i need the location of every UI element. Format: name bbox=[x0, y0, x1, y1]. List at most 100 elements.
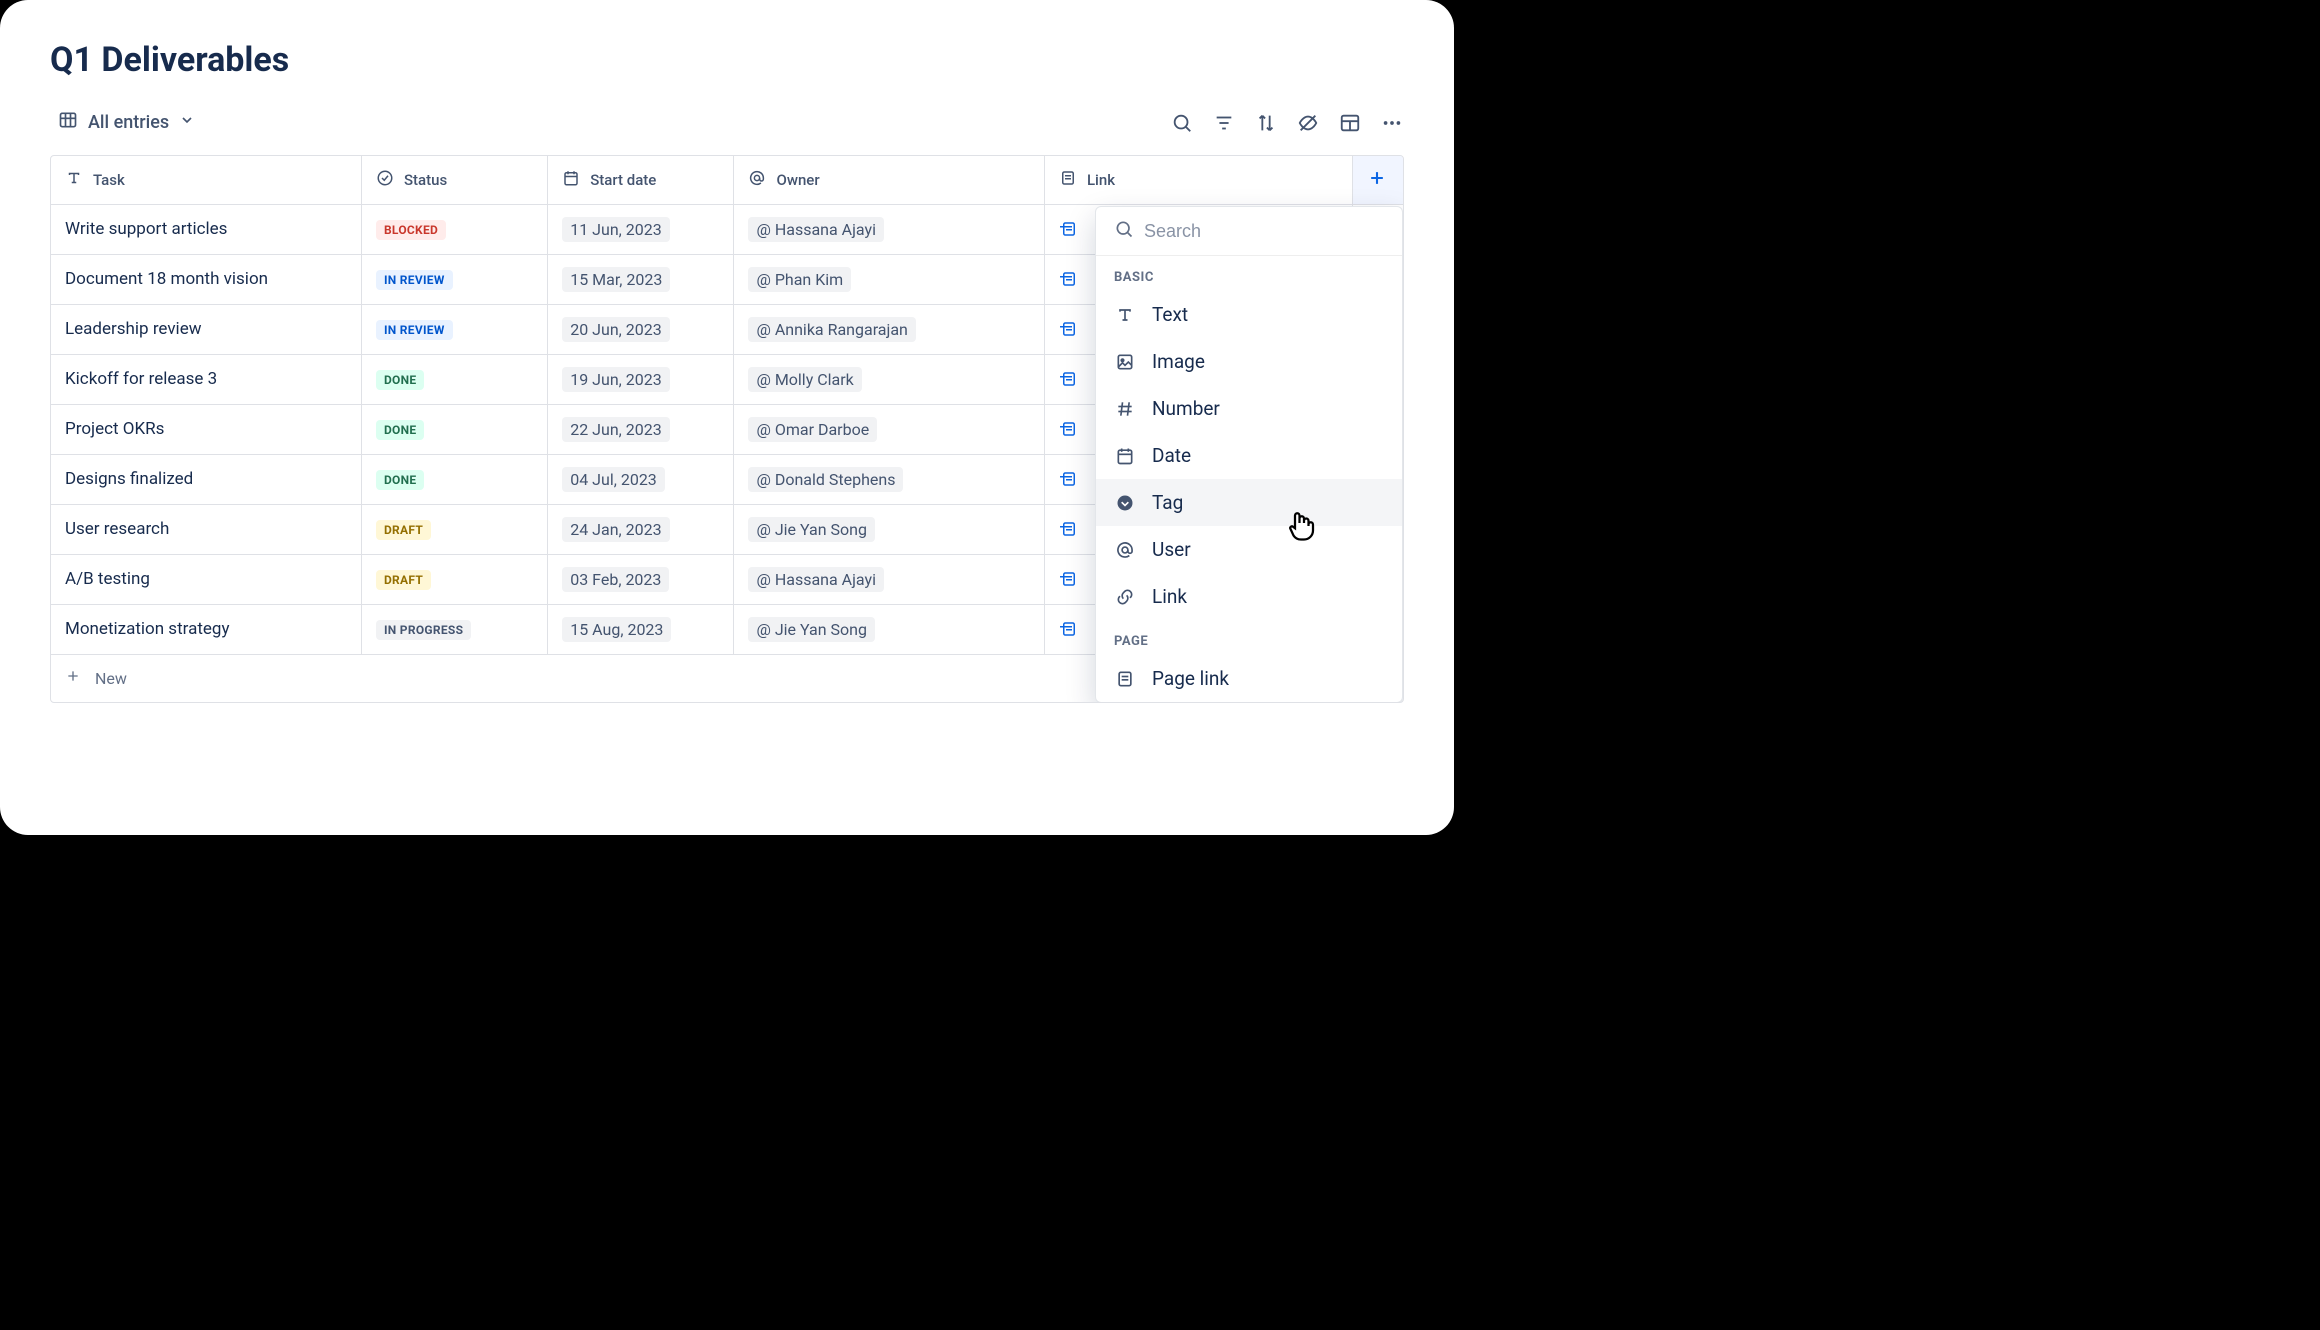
dropdown-item-date[interactable]: Date bbox=[1096, 432, 1402, 479]
owner-mention: @ Omar Darboe bbox=[748, 417, 877, 442]
cell-date[interactable]: 20 Jun, 2023 bbox=[548, 304, 734, 354]
date-chip: 04 Jul, 2023 bbox=[562, 467, 665, 492]
status-icon bbox=[376, 169, 394, 191]
cell-owner[interactable]: @ Omar Darboe bbox=[734, 404, 1044, 454]
cell-owner[interactable]: @ Donald Stephens bbox=[734, 454, 1044, 504]
date-chip: 19 Jun, 2023 bbox=[562, 367, 670, 392]
cell-owner[interactable]: @ Phan Kim bbox=[734, 254, 1044, 304]
cell-date[interactable]: 03 Feb, 2023 bbox=[548, 554, 734, 604]
date-chip: 20 Jun, 2023 bbox=[562, 317, 670, 342]
visibility-icon[interactable] bbox=[1296, 111, 1320, 135]
page-icon bbox=[1059, 319, 1079, 339]
page-icon bbox=[1059, 169, 1077, 191]
cell-owner[interactable]: @ Molly Clark bbox=[734, 354, 1044, 404]
cell-task[interactable]: A/B testing bbox=[51, 554, 361, 604]
cell-date[interactable]: 15 Mar, 2023 bbox=[548, 254, 734, 304]
cell-owner[interactable]: @ Annika Rangarajan bbox=[734, 304, 1044, 354]
cell-date[interactable]: 11 Jun, 2023 bbox=[548, 204, 734, 254]
cell-task[interactable]: Kickoff for release 3 bbox=[51, 354, 361, 404]
page-icon bbox=[1059, 519, 1079, 539]
dropdown-item-tag[interactable]: Tag bbox=[1096, 479, 1402, 526]
cell-date[interactable]: 04 Jul, 2023 bbox=[548, 454, 734, 504]
column-header-status[interactable]: Status bbox=[361, 156, 547, 204]
column-header-task[interactable]: Task bbox=[51, 156, 361, 204]
date-chip: 15 Aug, 2023 bbox=[562, 617, 671, 642]
page-icon bbox=[1059, 219, 1079, 239]
status-badge: DONE bbox=[376, 470, 425, 490]
cell-status[interactable]: DONE bbox=[361, 404, 547, 454]
dropdown-section-basic: BASIC bbox=[1096, 256, 1402, 291]
cell-task[interactable]: Designs finalized bbox=[51, 454, 361, 504]
dropdown-item-number[interactable]: Number bbox=[1096, 385, 1402, 432]
view-selector[interactable]: All entries bbox=[50, 104, 203, 141]
dropdown-item-user[interactable]: User bbox=[1096, 526, 1402, 573]
sort-icon[interactable] bbox=[1254, 111, 1278, 135]
cell-status[interactable]: IN REVIEW bbox=[361, 254, 547, 304]
status-badge: DRAFT bbox=[376, 520, 431, 540]
page-icon bbox=[1059, 569, 1079, 589]
cell-date[interactable]: 22 Jun, 2023 bbox=[548, 404, 734, 454]
page-icon bbox=[1059, 269, 1079, 289]
cell-task[interactable]: Leadership review bbox=[51, 304, 361, 354]
cell-status[interactable]: DONE bbox=[361, 454, 547, 504]
cell-task[interactable]: Monetization strategy bbox=[51, 604, 361, 654]
status-badge: IN REVIEW bbox=[376, 320, 453, 340]
text-icon bbox=[65, 169, 83, 191]
cell-date[interactable]: 15 Aug, 2023 bbox=[548, 604, 734, 654]
cell-status[interactable]: IN PROGRESS bbox=[361, 604, 547, 654]
status-badge: IN REVIEW bbox=[376, 270, 453, 290]
cell-owner[interactable]: @ Hassana Ajayi bbox=[734, 204, 1044, 254]
status-badge: DONE bbox=[376, 420, 425, 440]
owner-mention: @ Molly Clark bbox=[748, 367, 861, 392]
column-header-date[interactable]: Start date bbox=[548, 156, 734, 204]
cell-status[interactable]: IN REVIEW bbox=[361, 304, 547, 354]
cell-task[interactable]: Document 18 month vision bbox=[51, 254, 361, 304]
text-icon bbox=[1114, 304, 1136, 326]
owner-mention: @ Annika Rangarajan bbox=[748, 317, 915, 342]
cell-status[interactable]: DONE bbox=[361, 354, 547, 404]
cell-date[interactable]: 24 Jan, 2023 bbox=[548, 504, 734, 554]
owner-mention: @ Hassana Ajayi bbox=[748, 567, 884, 592]
database-table: Task Status Start date bbox=[50, 155, 1404, 703]
filter-icon[interactable] bbox=[1212, 111, 1236, 135]
dropdown-search-input[interactable] bbox=[1144, 221, 1384, 242]
dropdown-section-page: PAGE bbox=[1096, 620, 1402, 655]
more-icon[interactable] bbox=[1380, 111, 1404, 135]
search-icon[interactable] bbox=[1170, 111, 1194, 135]
cell-owner[interactable]: @ Jie Yan Song bbox=[734, 604, 1044, 654]
cell-date[interactable]: 19 Jun, 2023 bbox=[548, 354, 734, 404]
chevron-down-icon bbox=[179, 112, 195, 133]
calendar-icon bbox=[562, 169, 580, 191]
cell-owner[interactable]: @ Hassana Ajayi bbox=[734, 554, 1044, 604]
column-header-link[interactable]: Link bbox=[1044, 156, 1352, 204]
date-chip: 22 Jun, 2023 bbox=[562, 417, 670, 442]
date-chip: 24 Jan, 2023 bbox=[562, 517, 669, 542]
add-column-button[interactable] bbox=[1353, 156, 1403, 204]
plus-icon bbox=[65, 669, 85, 688]
image-icon bbox=[1114, 351, 1136, 373]
cell-status[interactable]: DRAFT bbox=[361, 554, 547, 604]
calendar-icon bbox=[1114, 445, 1136, 467]
cell-status[interactable]: DRAFT bbox=[361, 504, 547, 554]
dropdown-item-image[interactable]: Image bbox=[1096, 338, 1402, 385]
column-header-owner[interactable]: Owner bbox=[734, 156, 1044, 204]
dropdown-item-pagelink[interactable]: Page link bbox=[1096, 655, 1402, 702]
grid-icon bbox=[58, 110, 78, 135]
page-icon bbox=[1059, 419, 1079, 439]
cell-status[interactable]: BLOCKED bbox=[361, 204, 547, 254]
cell-task[interactable]: Project OKRs bbox=[51, 404, 361, 454]
cell-owner[interactable]: @ Jie Yan Song bbox=[734, 504, 1044, 554]
dropdown-item-link[interactable]: Link bbox=[1096, 573, 1402, 620]
cell-task[interactable]: Write support articles bbox=[51, 204, 361, 254]
status-badge: IN PROGRESS bbox=[376, 620, 471, 640]
status-badge: BLOCKED bbox=[376, 220, 446, 240]
cell-task[interactable]: User research bbox=[51, 504, 361, 554]
layout-icon[interactable] bbox=[1338, 111, 1362, 135]
date-chip: 03 Feb, 2023 bbox=[562, 567, 669, 592]
page-icon bbox=[1059, 469, 1079, 489]
at-icon bbox=[748, 169, 766, 191]
at-icon bbox=[1114, 539, 1136, 561]
date-chip: 11 Jun, 2023 bbox=[562, 217, 670, 242]
dropdown-item-text[interactable]: Text bbox=[1096, 291, 1402, 338]
owner-mention: @ Phan Kim bbox=[748, 267, 851, 292]
